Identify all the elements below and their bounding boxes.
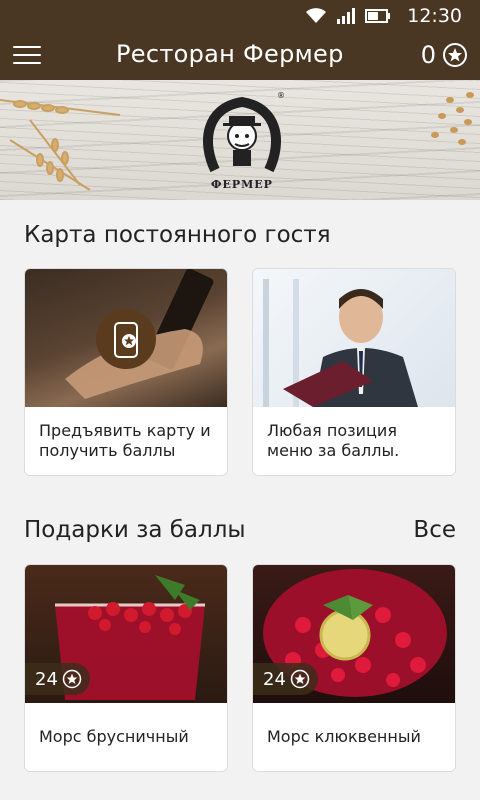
gift-item-lingonberry[interactable]: 24 Морс брусничный — [24, 564, 228, 772]
present-card-tile[interactable]: Предъявить карту и получить баллы — [24, 268, 228, 476]
svg-text:®: ® — [277, 91, 285, 100]
waiter-photo — [253, 269, 455, 407]
battery-icon — [365, 9, 391, 23]
app-title: Ресторан Фермер — [116, 40, 344, 68]
caption-line: Любая позиция — [267, 421, 397, 440]
gift-item-name: Морс брусничный — [39, 727, 189, 746]
star-coin-icon — [62, 669, 82, 689]
price-badge: 24 — [253, 663, 318, 695]
grain-right-icon — [431, 92, 474, 145]
menu-icon-line — [13, 54, 41, 56]
signal-icon — [337, 8, 356, 24]
caption-line: меню за баллы. — [267, 441, 400, 460]
price-value: 24 — [35, 668, 58, 690]
gift-item-cranberry[interactable]: 24 Морс клюквенный — [252, 564, 456, 772]
present-card-caption: Предъявить карту и получить баллы — [39, 421, 217, 461]
status-bar: 12:30 — [0, 0, 480, 32]
caption-line: получить баллы — [39, 441, 176, 460]
restaurant-logo: ® ФЕРМЕР — [197, 88, 287, 196]
loyalty-section-title: Карта постоянного гостя — [24, 222, 331, 248]
gifts-section-title: Подарки за баллы — [24, 517, 246, 543]
app-bar: Ресторан Фермер 0 — [0, 32, 480, 80]
star-coin-icon — [443, 43, 467, 67]
lingonberry-drink-photo: 24 — [25, 565, 227, 703]
menu-icon-line — [13, 62, 41, 64]
phone-hand-photo — [25, 269, 227, 407]
star-coin-icon — [290, 669, 310, 689]
wifi-icon — [306, 8, 327, 23]
menu-icon-line — [13, 46, 41, 48]
caption-line: Предъявить карту и — [39, 421, 211, 440]
points-counter[interactable]: 0 — [421, 41, 468, 69]
banner: ® ФЕРМЕР — [0, 80, 480, 200]
price-value: 24 — [263, 668, 286, 690]
points-value: 0 — [420, 41, 436, 69]
cranberry-drink-photo: 24 — [253, 565, 455, 703]
menu-item-for-points-tile[interactable]: Любая позиция меню за баллы. — [252, 268, 456, 476]
price-badge: 24 — [25, 663, 90, 695]
status-icons: 12:30 — [305, 0, 462, 32]
status-time: 12:30 — [407, 5, 462, 27]
logo-text: ФЕРМЕР — [211, 178, 273, 191]
gift-item-name: Морс клюквенный — [267, 727, 421, 746]
see-all-link[interactable]: Все — [413, 517, 456, 543]
menu-item-caption: Любая позиция меню за баллы. — [267, 421, 445, 461]
menu-button[interactable] — [10, 38, 44, 72]
wheat-left-icon — [0, 99, 121, 191]
